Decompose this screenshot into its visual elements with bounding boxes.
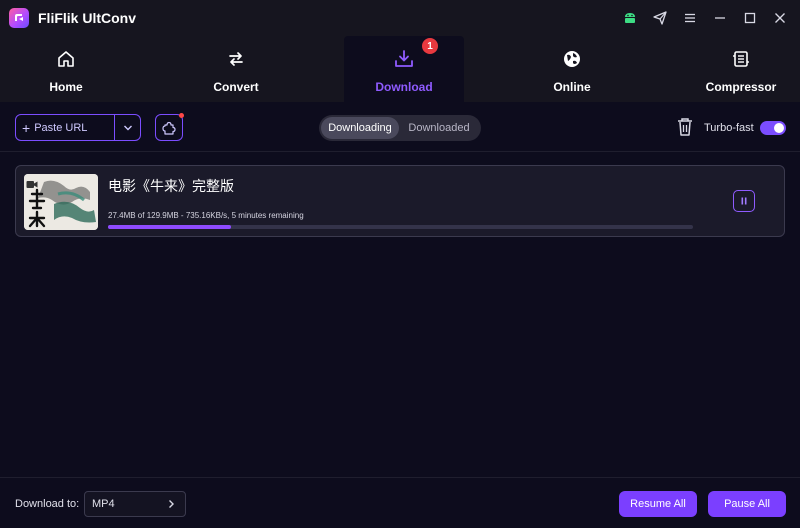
nav-online[interactable]: Online bbox=[512, 36, 632, 102]
output-format-select[interactable]: MP4 bbox=[84, 491, 186, 517]
download-progress-fill bbox=[108, 225, 232, 229]
turbo-fast-label: Turbo-fast bbox=[704, 122, 754, 134]
download-to-label: Download to: bbox=[15, 498, 80, 510]
app-title: FliFlik UltConv bbox=[38, 10, 136, 26]
download-toolbar: + Paste URL Downloading Downloaded Turbo… bbox=[0, 102, 800, 152]
nav-download[interactable]: 1 Download bbox=[344, 36, 464, 102]
download-count-badge: 1 bbox=[422, 38, 438, 54]
download-progress-text: 27.4MB of 129.9MB - 735.16KB/s, 5 minute… bbox=[108, 211, 304, 220]
android-icon[interactable] bbox=[618, 6, 642, 30]
paste-url-label: Paste URL bbox=[34, 121, 88, 134]
menu-icon[interactable] bbox=[678, 6, 702, 30]
turbo-fast-toggle[interactable] bbox=[760, 121, 786, 135]
maximize-icon[interactable] bbox=[738, 6, 762, 30]
app-logo-icon bbox=[9, 8, 29, 28]
pause-all-button[interactable]: Pause All bbox=[708, 491, 786, 517]
paste-url-group: + Paste URL bbox=[15, 114, 141, 141]
download-status-tabs: Downloading Downloaded bbox=[319, 115, 481, 141]
minimize-icon[interactable] bbox=[708, 6, 732, 30]
nav-compressor-label: Compressor bbox=[705, 80, 777, 94]
close-icon[interactable] bbox=[768, 6, 792, 30]
home-icon bbox=[56, 48, 76, 70]
nav-convert-label: Convert bbox=[213, 80, 259, 94]
trash-icon[interactable] bbox=[676, 117, 694, 142]
nav-compressor[interactable]: Compressor bbox=[681, 36, 800, 102]
toggle-knob bbox=[774, 123, 784, 133]
download-progress-bar bbox=[108, 225, 693, 229]
convert-icon bbox=[226, 48, 246, 70]
nav-convert[interactable]: Convert bbox=[176, 36, 296, 102]
video-camera-icon bbox=[26, 176, 38, 194]
title-bar: FliFlik UltConv bbox=[0, 0, 800, 36]
browser-extension-button[interactable] bbox=[155, 113, 184, 141]
nav-download-label: Download bbox=[375, 80, 433, 94]
chevron-right-icon bbox=[169, 500, 174, 508]
download-icon bbox=[393, 48, 415, 70]
download-item: 电影《牛来》完整版 27.4MB of 129.9MB - 735.16KB/s… bbox=[15, 165, 785, 237]
paste-url-dropdown[interactable] bbox=[114, 115, 140, 140]
video-thumbnail bbox=[24, 174, 98, 230]
plus-icon: + bbox=[22, 119, 31, 136]
nav-home-label: Home bbox=[49, 80, 83, 94]
notification-dot bbox=[179, 113, 184, 118]
pause-download-button[interactable] bbox=[733, 190, 755, 212]
resume-all-button[interactable]: Resume All bbox=[619, 491, 697, 517]
compressor-icon bbox=[731, 48, 751, 70]
footer-bar: Download to: MP4 Resume All Pause All bbox=[0, 477, 800, 528]
tab-downloading[interactable]: Downloading bbox=[321, 117, 399, 139]
tab-downloaded[interactable]: Downloaded bbox=[399, 117, 479, 139]
nav-online-label: Online bbox=[553, 80, 591, 94]
video-title: 电影《牛来》完整版 bbox=[108, 178, 234, 194]
send-icon[interactable] bbox=[648, 6, 672, 30]
nav-home[interactable]: Home bbox=[6, 36, 126, 102]
chevron-down-icon bbox=[123, 125, 132, 130]
output-format-value: MP4 bbox=[92, 498, 115, 510]
puzzle-icon bbox=[162, 121, 176, 135]
paste-url-button[interactable]: + Paste URL bbox=[16, 115, 114, 140]
main-nav: Home Convert 1 Download Online Compresso… bbox=[0, 36, 800, 102]
pause-icon bbox=[741, 197, 747, 205]
globe-icon bbox=[562, 48, 582, 70]
